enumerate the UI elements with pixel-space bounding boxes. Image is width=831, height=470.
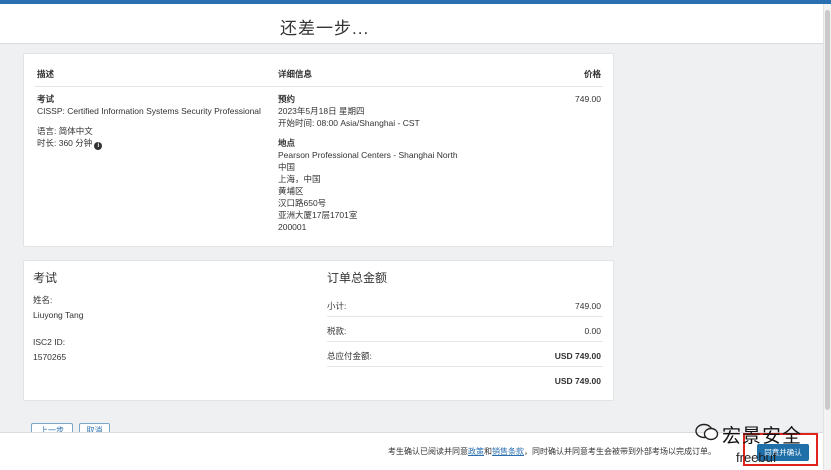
order-total-title: 订单总金额 xyxy=(327,271,388,285)
divider xyxy=(327,341,603,342)
location-label: 地点 xyxy=(278,138,296,148)
amount-due-label: 总应付金额: xyxy=(327,351,372,361)
item-price: 749.00 xyxy=(575,94,601,104)
consent-suffix: ，同时确认并同意考生会被带到外部考场以完成订单。 xyxy=(524,447,716,456)
tax-value: 0.00 xyxy=(584,326,601,336)
subtotal-label: 小计: xyxy=(327,301,347,311)
consent-prefix: 考生确认已阅读并同意 xyxy=(388,447,468,456)
scrollbar-thumb[interactable] xyxy=(825,10,830,410)
location-line: 中国 xyxy=(278,162,296,172)
vertical-scrollbar[interactable] xyxy=(823,4,831,470)
consent-and: 和 xyxy=(484,447,492,456)
col-details-header: 详细信息 xyxy=(278,69,313,79)
name-value: Liuyong Tang xyxy=(33,310,84,320)
consent-note: 考生确认已阅读并同意政策和销售条款，同时确认并同意考生会被带到外部考场以完成订单… xyxy=(388,446,716,457)
page-title: 还差一步... xyxy=(280,19,370,38)
grand-total-value: USD 749.00 xyxy=(554,376,601,386)
order-details-card: 描述 详细信息 价格 考试 CISSP: Certified Informati… xyxy=(23,53,614,247)
location-line: Pearson Professional Centers - Shanghai … xyxy=(278,150,458,160)
exam-duration: 时长: 360 分钟 i xyxy=(37,137,103,150)
exam-name: CISSP: Certified Information Systems Sec… xyxy=(37,106,261,116)
col-description-header: 描述 xyxy=(37,69,55,79)
divider xyxy=(34,86,603,87)
location-line: 汉口路650号 xyxy=(278,198,327,208)
exam-label: 考试 xyxy=(37,94,55,104)
watermark-sub: freebuf xyxy=(736,450,777,465)
order-summary-card: 考试 姓名: Liuyong Tang ISC2 ID: 1570265 订单总… xyxy=(23,260,614,401)
location-line: 黄埔区 xyxy=(278,186,304,196)
name-label: 姓名: xyxy=(33,295,53,305)
exam-duration-text: 时长: 360 分钟 xyxy=(37,138,93,148)
exam-language: 语言: 简体中文 xyxy=(37,126,93,136)
policy-link[interactable]: 政策 xyxy=(468,447,484,456)
info-icon[interactable]: i xyxy=(94,142,103,150)
appointment-time: 开始时间: 08:00 Asia/Shanghai - CST xyxy=(278,118,420,128)
location-line: 上海，中国 xyxy=(278,174,321,184)
location-line: 亚洲大厦17层1701室 xyxy=(278,210,358,220)
tax-label: 税款: xyxy=(327,326,347,336)
appointment-date: 2023年5月18日 星期四 xyxy=(278,106,365,116)
sales-terms-link[interactable]: 销售条款 xyxy=(492,447,524,456)
isc2-id-value: 1570265 xyxy=(33,352,67,362)
page-header: 还差一步... xyxy=(0,4,823,44)
location-line: 200001 xyxy=(278,222,307,232)
amount-due-value: USD 749.00 xyxy=(554,351,601,361)
watermark-brand: 宏景安全 xyxy=(722,425,803,447)
isc2-id-label: ISC2 ID: xyxy=(33,337,66,347)
wechat-watermark-icon xyxy=(695,423,719,441)
col-price-header: 价格 xyxy=(583,69,601,79)
appointment-label: 预约 xyxy=(278,94,296,104)
divider xyxy=(327,366,603,367)
subtotal-value: 749.00 xyxy=(575,301,601,311)
candidate-section-title: 考试 xyxy=(33,271,58,285)
divider xyxy=(327,316,603,317)
